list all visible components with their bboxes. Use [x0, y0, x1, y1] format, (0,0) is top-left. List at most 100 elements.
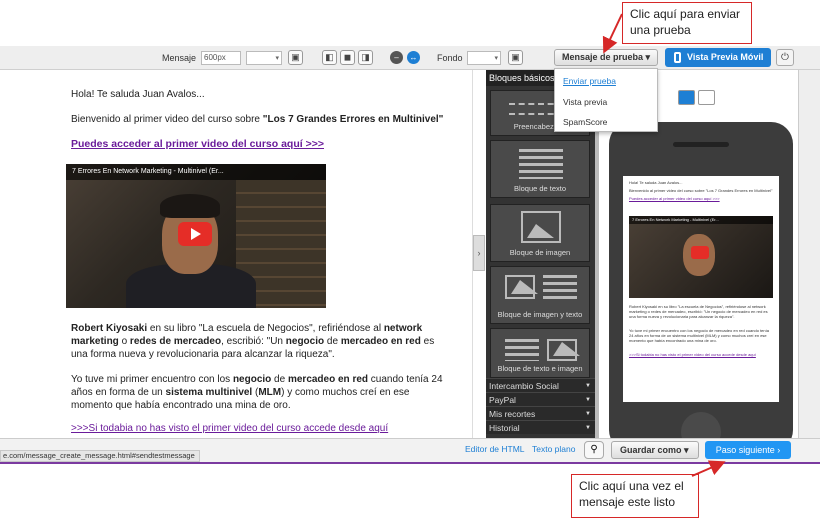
- mobile-preview-label: Vista Previa Móvil: [687, 52, 764, 62]
- caret-down-icon: ▼: [585, 383, 591, 389]
- category-label: Intercambio Social: [489, 381, 559, 391]
- p2-part: Yo tuve mi primer encuentro con los: [71, 374, 233, 385]
- message-color-select[interactable]: ▾: [246, 51, 282, 65]
- greeting-text: Hola! Te saluda Juan Avalos...: [71, 89, 205, 100]
- see-first-video-link[interactable]: >>>Si todabia no has visto el primer vid…: [71, 423, 388, 434]
- video-thumbnail[interactable]: 7 Errores En Network Marketing - Multini…: [66, 164, 326, 308]
- test-message-button[interactable]: Mensaje de prueba ▾: [554, 49, 658, 66]
- mini-p1-part: mercadeo en red: [732, 309, 763, 314]
- align-center-icon[interactable]: ◼: [340, 50, 355, 65]
- p1-part: redes de mercadeo: [129, 336, 222, 347]
- save-as-button[interactable]: Guardar como ▾: [611, 441, 699, 459]
- p2-part: sistema multinivel: [165, 387, 253, 398]
- bottom-link-para: >>>Si todabia no has visto el primer vid…: [71, 422, 451, 435]
- align-left-icon[interactable]: ◧: [322, 50, 337, 65]
- category-paypal[interactable]: PayPal ▼: [486, 392, 595, 406]
- mini-video-thumbnail[interactable]: 7 Errores En Network Marketing - Multini…: [629, 216, 773, 298]
- save-as-label: Guardar como: [620, 445, 682, 455]
- category-label: PayPal: [489, 395, 516, 405]
- mini-video-title: 7 Errores En Network Marketing - Multini…: [629, 216, 773, 224]
- p2-part: de: [271, 374, 288, 385]
- dropdown-item-spamscore[interactable]: SpamScore: [563, 117, 607, 127]
- kiyosaki-paragraph: Robert Kiyosaki en su libro "La escuela …: [71, 322, 451, 361]
- block-label: Bloque de texto e imagen: [497, 364, 583, 373]
- chevron-down-icon: ▾: [494, 55, 498, 62]
- background-image-icon[interactable]: ▣: [508, 50, 523, 65]
- mini-welcome: Bienvenido al primer video del curso sob…: [629, 188, 773, 193]
- mini-bottom-link[interactable]: >>>Si todabia no has visto el primer vid…: [629, 352, 773, 357]
- block-image-text[interactable]: Bloque de imagen y texto: [490, 266, 590, 324]
- category-snippets[interactable]: Mis recortes ▼: [486, 406, 595, 420]
- email-editor-canvas[interactable]: Hola! Te saluda Juan Avalos... Bienvenid…: [0, 70, 473, 438]
- block-label: Bloque de texto: [513, 184, 567, 193]
- access-link-para: Puedes acceder al primer video del curso…: [71, 138, 451, 151]
- home-button: [681, 412, 721, 438]
- caret-down-icon: ▼: [585, 397, 591, 403]
- tablet-view-icon[interactable]: [698, 90, 715, 105]
- collapse-panel-handle[interactable]: ›: [473, 235, 485, 271]
- p1-part: en su libro "La escuela de Negocios", re…: [147, 323, 384, 334]
- p2-part: MLM: [258, 387, 282, 398]
- mini-access-link[interactable]: Puedes acceder al primer video del curso…: [629, 196, 773, 201]
- window-divider: [0, 462, 820, 464]
- paperclip-icon[interactable]: ⚲: [584, 441, 604, 459]
- welcome-text: Bienvenido al primer video del curso sob…: [71, 113, 451, 126]
- mobile-preview-button[interactable]: Vista Previa Móvil: [665, 48, 771, 67]
- background-color-select[interactable]: ▾: [467, 51, 501, 65]
- plain-text-link[interactable]: Texto plano: [532, 444, 575, 454]
- p1-part: negocio: [285, 336, 325, 347]
- category-social[interactable]: Intercambio Social ▼: [486, 378, 595, 392]
- image-icon: [547, 339, 580, 361]
- author-name: Robert Kiyosaki: [71, 323, 148, 334]
- category-history[interactable]: Historial ▼: [486, 420, 595, 434]
- phone-screen[interactable]: Hola! Te saluda Juan Avalos... Bienvenid…: [623, 176, 779, 402]
- html-editor-link[interactable]: Editor de HTML: [465, 444, 525, 454]
- person-hair-image: [160, 194, 220, 218]
- p1-part: , escribió: "Un: [221, 336, 286, 347]
- phone-view-icon[interactable]: [678, 90, 695, 105]
- test-message-label: Mensaje de prueba: [561, 52, 643, 62]
- power-icon[interactable]: ⏻: [776, 49, 794, 66]
- next-step-label: Paso siguiente: [715, 445, 775, 455]
- category-label: Historial: [489, 423, 520, 433]
- chevron-down-icon: ▾: [275, 55, 279, 62]
- background-label: Fondo: [437, 53, 463, 63]
- p1-part: o: [118, 336, 130, 347]
- dropdown-item-preview[interactable]: Vista previa: [563, 97, 607, 107]
- block-text[interactable]: Bloque de texto: [490, 140, 590, 198]
- editor-toolbar: Mensaje 600px ▾ ▣ ◧ ◼ ◨ – ↔ Fondo ▾ ▣ Me…: [0, 46, 820, 70]
- callout-send-test: Clic aquí para enviar una prueba: [622, 2, 752, 44]
- phone-mockup: Hola! Te saluda Juan Avalos... Bienvenid…: [609, 122, 793, 438]
- image-icon: [521, 211, 561, 243]
- image-icon[interactable]: ▣: [288, 50, 303, 65]
- first-encounter-paragraph: Yo tuve mi primer encuentro con los nego…: [71, 373, 451, 412]
- block-text-image[interactable]: Bloque de texto e imagen: [490, 328, 590, 378]
- caret-down-icon: ▼: [585, 425, 591, 431]
- p1-part: mercadeo en red: [340, 336, 421, 347]
- expand-icon[interactable]: ↔: [407, 51, 420, 64]
- dropdown-caret-icon: ▾: [684, 445, 689, 455]
- next-step-button[interactable]: Paso siguiente ›: [705, 441, 791, 459]
- block-label: Bloque de imagen y texto: [497, 310, 583, 319]
- right-scroll-region[interactable]: [798, 70, 820, 438]
- dropdown-item-send-test[interactable]: Enviar prueba: [563, 76, 616, 86]
- mini-paragraph-2: Yo tuve mi primer encuentro con los nego…: [629, 328, 773, 343]
- mini-paragraph-1: Robert Kiyosaki en su libro "La escuela …: [629, 304, 773, 319]
- play-icon[interactable]: [178, 222, 212, 246]
- image-icon: [505, 275, 538, 299]
- text-lines-icon: [519, 149, 563, 179]
- p2-part: negocio: [232, 374, 272, 385]
- mini-course-name: "Los 7 Grandes Errores en Multinivel": [705, 188, 773, 193]
- category-label: Mis recortes: [489, 409, 536, 419]
- mini-greeting: Hola! Te saluda Juan Avalos...: [629, 180, 683, 185]
- align-right-icon[interactable]: ◨: [358, 50, 373, 65]
- dropdown-caret-icon: ▾: [645, 52, 651, 62]
- block-image[interactable]: Bloque de imagen: [490, 204, 590, 262]
- minus-icon[interactable]: –: [390, 51, 403, 64]
- access-video-link[interactable]: Puedes acceder al primer video del curso…: [71, 138, 324, 150]
- test-message-dropdown: Enviar prueba Vista previa SpamScore: [554, 68, 658, 132]
- text-lines-icon: [505, 339, 539, 361]
- next-caret-icon: ›: [777, 445, 781, 455]
- width-input[interactable]: 600px: [201, 51, 241, 65]
- video-title: 7 Errores En Network Marketing - Multini…: [66, 164, 326, 180]
